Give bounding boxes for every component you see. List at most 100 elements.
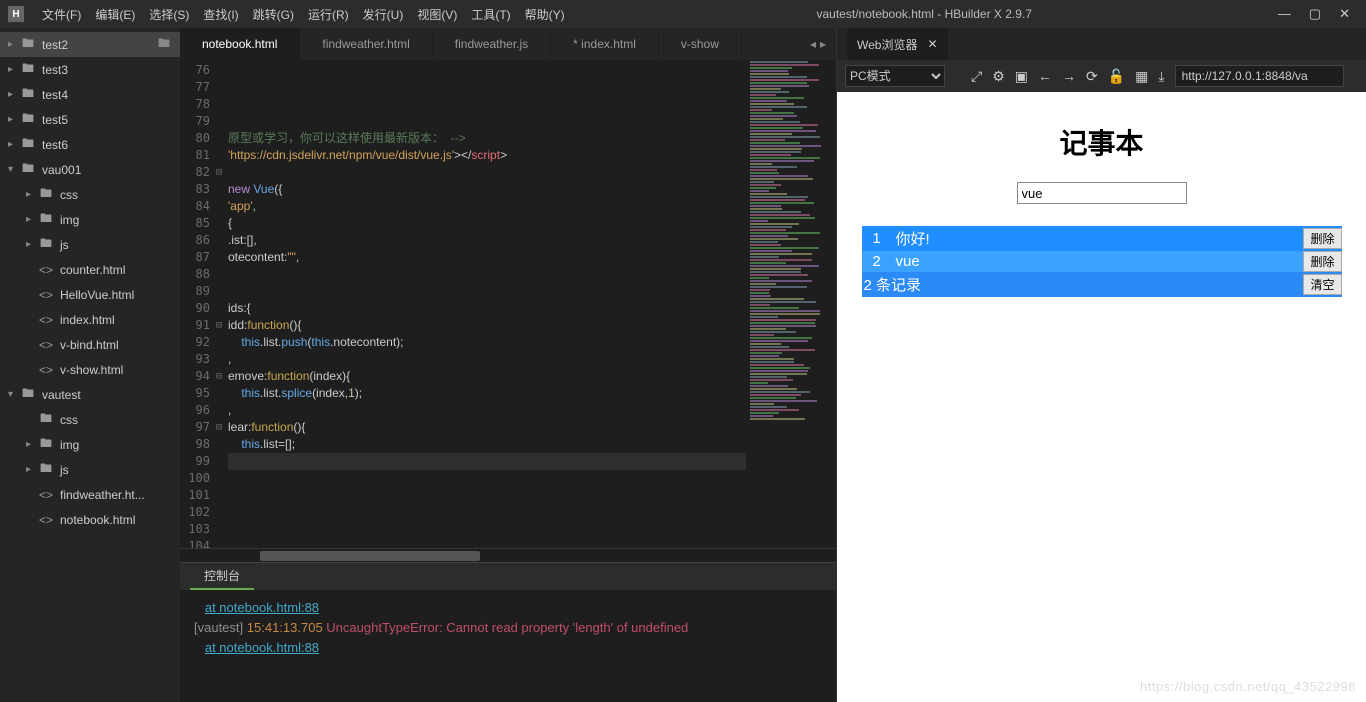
folder-icon: 🖿 [38,434,54,455]
console-link[interactable]: at notebook.html:88 [205,600,319,615]
watermark: https://blog.csdn.net/qq_43522998 [1140,679,1356,694]
tree-label: vautest [42,388,81,402]
browser-toolbar: PC模式 ⤢ ⚙ ▣ ← → ⟳ 🔓 ▦ ⤓ [837,60,1366,92]
tree-item[interactable]: ▸🖿css [0,182,180,207]
screenshot-icon[interactable]: ▣ [1015,68,1028,85]
tree-item[interactable]: ▸🖿test5 [0,107,180,132]
note-input[interactable] [1017,182,1187,204]
tree-label: v-show.html [60,363,123,377]
menu-item[interactable]: 选择(S) [143,2,195,27]
tree-item[interactable]: ▸🖿js [0,457,180,482]
editor-tab[interactable]: findweather.js [433,28,551,60]
tree-label: test3 [42,63,68,77]
tree-item[interactable]: <>counter.html [0,257,180,282]
menu-item[interactable]: 运行(R) [302,2,355,27]
tree-item[interactable]: ▸🖿test2🖿 [0,32,180,57]
close-icon[interactable]: ✕ [1339,6,1350,22]
close-icon[interactable]: ✕ [927,37,937,51]
tab-scroll-left-icon[interactable]: ◂ [810,37,816,51]
window-controls: — ▢ ✕ [1278,6,1358,22]
menu-item[interactable]: 视图(V) [411,2,463,27]
folder-icon: 🖿 [38,184,54,205]
tree-item[interactable]: ▸🖿img [0,432,180,457]
file-icon: <> [38,313,54,327]
tree-item[interactable]: ▸🖿test4 [0,82,180,107]
download-icon[interactable]: ⤓ [1158,68,1164,85]
tree-item[interactable]: <> HelloVue.html [0,282,180,307]
minimap[interactable] [746,60,836,548]
tab-scroll-right-icon[interactable]: ▸ [820,37,826,51]
code-editor[interactable]: 76 77 78 79 80 81 82 83 84 85 86 87 88 8… [180,60,836,548]
tree-label: notebook.html [60,513,135,527]
tree-item[interactable]: <> index.html [0,307,180,332]
console-tab[interactable]: 控制台 [190,563,254,590]
file-explorer[interactable]: ▸🖿test2🖿▸🖿test3▸🖿test4▸🖿test5▸🖿test6▾🖿va… [0,28,180,702]
folder-icon: 🖿 [20,84,36,105]
fold-column[interactable]: ⊟ ⊟ ⊟ ⊟ [216,60,228,548]
page-preview[interactable]: 记事本 1你好!删除2vue删除 2 条记录 清空 https://blog.c… [837,92,1366,702]
menu-item[interactable]: 查找(I) [197,2,244,27]
tree-label: test4 [42,88,68,102]
editor-tab[interactable]: notebook.html [180,28,300,60]
menu-item[interactable]: 工具(T) [465,2,516,27]
menu-item[interactable]: 跳转(G) [247,2,300,27]
folder-icon: 🖿 [38,459,54,480]
tree-item[interactable]: ▸🖿test6 [0,132,180,157]
menu-item[interactable]: 编辑(E) [89,2,141,27]
note-row: 1你好!删除 [862,226,1342,251]
menu-item[interactable]: 帮助(Y) [519,2,571,27]
delete-button[interactable]: 删除 [1303,228,1341,249]
menu-item[interactable]: 发行(U) [357,2,410,27]
minimize-icon[interactable]: — [1278,6,1291,22]
settings-icon[interactable]: ⚙ [992,68,1005,85]
editor-tab[interactable]: v-show [659,28,742,60]
lock-icon[interactable]: 🔓 [1108,68,1125,85]
tree-item[interactable]: ▸🖿test3 [0,57,180,82]
tree-label: js [60,238,69,252]
tree-item[interactable]: 🖿css [0,407,180,432]
tree-label: v-bind.html [60,338,119,352]
qr-icon[interactable]: ▦ [1135,68,1148,85]
tree-item[interactable]: <>v-show.html [0,357,180,382]
expand-icon[interactable]: ⤢ [971,68,982,85]
url-input[interactable] [1175,65,1344,87]
maximize-icon[interactable]: ▢ [1309,6,1321,22]
horizontal-scrollbar[interactable] [180,548,836,562]
editor-tab[interactable]: findweather.html [300,28,432,60]
device-mode-select[interactable]: PC模式 [845,65,945,87]
delete-button[interactable]: 删除 [1303,251,1341,272]
file-icon: <> [38,513,54,527]
tree-item[interactable]: <>v-bind.html [0,332,180,357]
notes-footer: 2 条记录 清空 [862,272,1342,297]
folder-open-icon: 🖿 [158,34,170,55]
tree-label: findweather.ht... [60,488,145,502]
forward-icon[interactable]: → [1062,68,1076,84]
tree-label: HelloVue.html [60,288,134,302]
menu-item[interactable]: 文件(F) [36,2,87,27]
tree-item[interactable]: ▸🖿js [0,232,180,257]
folder-icon: 🖿 [20,59,36,80]
editor-tab[interactable]: * index.html [551,28,659,60]
editor-tabs: notebook.htmlfindweather.htmlfindweather… [180,28,836,60]
console-link[interactable]: at notebook.html:88 [205,640,319,655]
tree-item[interactable]: ▸🖿img [0,207,180,232]
tree-item[interactable]: <> notebook.html [0,507,180,532]
file-icon: <> [38,288,54,302]
preview-title: 记事本 [1059,122,1143,162]
clear-button[interactable]: 清空 [1303,274,1341,295]
tree-item[interactable]: ▾🖿vautest [0,382,180,407]
tree-item[interactable]: ▾🖿vau001 [0,157,180,182]
refresh-icon[interactable]: ⟳ [1086,68,1098,85]
back-icon[interactable]: ← [1038,68,1052,84]
code-content[interactable]: 原型或学习，你可以这样使用最新版本： -->'https://cdn.jsdel… [228,60,746,548]
folder-icon: 🖿 [20,109,36,130]
tree-label: index.html [60,313,115,327]
tree-label: vau001 [42,163,81,177]
tree-label: css [60,413,78,427]
tree-item[interactable]: <>findweather.ht... [0,482,180,507]
window-title: vautest/notebook.html - HBuilder X 2.9.7 [571,7,1278,21]
browser-tab[interactable]: Web浏览器 ✕ [847,28,948,60]
menu-bar: 文件(F)编辑(E)选择(S)查找(I)跳转(G)运行(R)发行(U)视图(V)… [36,2,571,27]
folder-icon: 🖿 [38,234,54,255]
title-bar: H 文件(F)编辑(E)选择(S)查找(I)跳转(G)运行(R)发行(U)视图(… [0,0,1366,28]
